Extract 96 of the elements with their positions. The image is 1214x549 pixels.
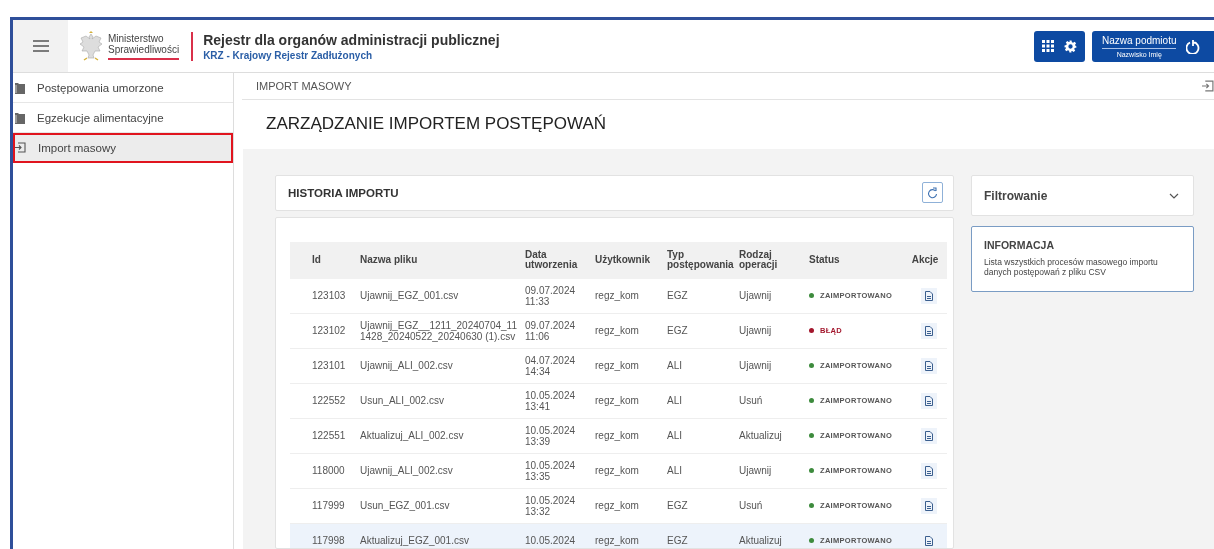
table-cell: 118000 <box>290 453 352 489</box>
table-cell: 09.07.2024 11:06 <box>517 313 587 349</box>
table-cell: 09.07.2024 11:33 <box>517 278 587 314</box>
table-cell: Ujawnij_ALI_002.csv <box>352 348 517 384</box>
menu-icon <box>32 40 49 52</box>
table-cell: EGZ <box>659 523 731 548</box>
table-cell: regz_kom <box>587 348 659 384</box>
app-title: Rejestr dla organów administracji publicznej <box>203 31 500 48</box>
document-icon <box>925 500 933 511</box>
grid-icon <box>1042 40 1054 52</box>
table-cell: Ujawnij <box>731 348 801 384</box>
folder-icon <box>15 81 25 94</box>
breadcrumb: IMPORT MASOWY <box>256 80 352 92</box>
column-header: Id <box>290 241 352 279</box>
table-cell: regz_kom <box>587 523 659 548</box>
table-cell: 122552 <box>290 383 352 419</box>
refresh-button[interactable] <box>922 182 943 204</box>
info-title: INFORMACJA <box>984 239 1055 251</box>
filter-dropdown[interactable]: Filtrowanie <box>971 175 1194 216</box>
table-cell: Ujawnij <box>731 313 801 349</box>
sidebar-item[interactable]: Import masowy <box>13 133 233 163</box>
column-header: Status <box>801 241 903 279</box>
table-cell: 10.05.2024 13:35 <box>517 453 587 489</box>
table-cell: 117998 <box>290 523 352 548</box>
file-button[interactable] <box>921 392 937 409</box>
menu-button[interactable] <box>13 20 68 72</box>
table-cell: regz_kom <box>587 488 659 524</box>
table-cell: Aktualizuj <box>731 418 801 454</box>
import-icon <box>15 142 26 153</box>
info-text: Lista wszystkich procesów masowego importu danych postępowań z pliku CSV <box>984 257 1159 277</box>
sidebar-item[interactable]: Postępowania umorzone <box>13 73 233 103</box>
table-cell: regz_kom <box>587 418 659 454</box>
table-cell: 117999 <box>290 488 352 524</box>
settings-button[interactable] <box>1064 39 1077 53</box>
chevron-icon <box>1169 192 1179 199</box>
table-cell: 122551 <box>290 418 352 454</box>
file-button[interactable] <box>921 287 937 304</box>
table-cell: EGZ <box>659 488 731 524</box>
ministry-name: Ministerstwo Sprawiedliwości <box>108 32 180 60</box>
table-cell: regz_kom <box>587 453 659 489</box>
table-cell: Usun_ALI_002.csv <box>352 383 517 419</box>
column-header: Data utworzenia <box>517 241 587 279</box>
logout-button[interactable] <box>1186 38 1201 54</box>
table-cell: EGZ <box>659 313 731 349</box>
column-header: Akcje <box>903 241 947 279</box>
table-cell: Aktualizuj_EGZ_001.csv <box>352 523 517 548</box>
table-cell: Ujawnij <box>731 453 801 489</box>
app-subtitle: KRZ - Krajowy Rejestr Zadłużonych <box>203 49 374 61</box>
settings-icon <box>1064 39 1077 53</box>
table-cell: Ujawnij_EGZ_001.csv <box>352 278 517 314</box>
table-cell: 10.05.2024 13:32 <box>517 488 587 524</box>
power-icon <box>1186 38 1201 54</box>
table-cell: 123101 <box>290 348 352 384</box>
table-cell: regz_kom <box>587 278 659 314</box>
table-cell: ALI <box>659 348 731 384</box>
column-header: Nazwa pliku <box>352 241 517 279</box>
table-cell: Usuń <box>731 383 801 419</box>
page-title: ZARZĄDZANIE IMPORTEM POSTĘPOWAŃ <box>265 113 608 135</box>
file-button[interactable] <box>921 462 937 479</box>
file-button[interactable] <box>921 357 937 374</box>
section-title: HISTORIA IMPORTU <box>288 186 399 199</box>
apps-button[interactable] <box>1042 40 1054 52</box>
table-cell: Aktualizuj_ALI_002.csv <box>352 418 517 454</box>
table-cell: regz_kom <box>587 383 659 419</box>
table-cell: ALI <box>659 453 731 489</box>
table-cell: 10.05.2024 13:41 <box>517 383 587 419</box>
file-button[interactable] <box>921 322 937 339</box>
column-header: Użytkownik <box>587 241 659 279</box>
table-cell: 123102 <box>290 313 352 349</box>
folder-icon <box>15 111 25 124</box>
table-cell: Ujawnij_ALI_002.csv <box>352 453 517 489</box>
document-icon <box>925 360 933 371</box>
table-cell: Ujawnij <box>731 278 801 314</box>
table-cell: Aktualizuj <box>731 523 801 548</box>
table-cell: ALI <box>659 383 731 419</box>
table-cell: Usuń <box>731 488 801 524</box>
document-icon <box>925 290 933 301</box>
table-cell: 123103 <box>290 278 352 314</box>
document-icon <box>925 465 933 476</box>
table-cell: regz_kom <box>587 313 659 349</box>
import-icon <box>1202 80 1214 92</box>
entity-name: Nazwa podmiotu <box>1102 34 1177 49</box>
table-cell: 04.07.2024 14:34 <box>517 348 587 384</box>
table-cell: ALI <box>659 418 731 454</box>
table-cell: Ujawnij_EGZ__1211_20240704_111428_20240522_20240630 (1).csv <box>352 313 517 349</box>
table-cell: Usun_EGZ_001.csv <box>352 488 517 524</box>
table-cell: EGZ <box>659 278 731 314</box>
document-icon <box>925 395 933 406</box>
refresh-icon <box>927 186 938 199</box>
document-icon <box>925 325 933 336</box>
table-cell: 10.05.2024 13:39 <box>517 418 587 454</box>
document-icon <box>925 430 933 441</box>
file-button[interactable] <box>921 497 937 514</box>
document-icon <box>925 535 933 546</box>
file-button[interactable] <box>921 427 937 444</box>
table-cell: 10.05.2024 <box>517 523 587 548</box>
